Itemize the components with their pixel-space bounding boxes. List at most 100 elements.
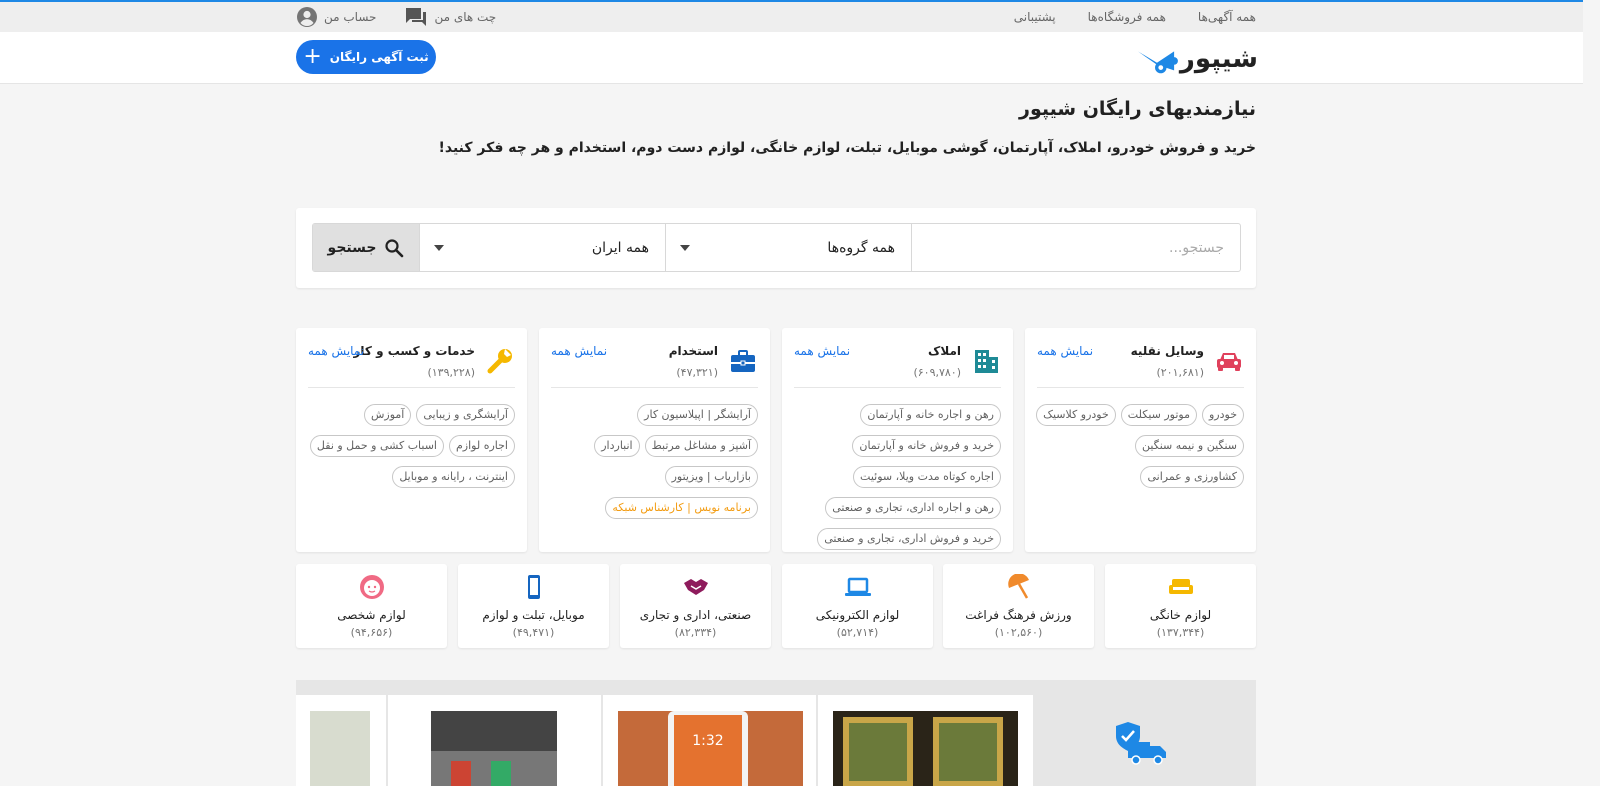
category-count: (۶۰۹,۷۸۰): [913, 366, 961, 379]
account-icon: [297, 7, 317, 27]
product-image-watches: [833, 711, 1018, 786]
category-title[interactable]: وسایل نقلیه: [1131, 344, 1204, 358]
search-box: جستجو... همه گروه‌ها همه ایران جستجو: [312, 223, 1241, 272]
category-title[interactable]: خدمات و کسب و کار: [354, 344, 476, 358]
tile-title: لوازم خانگی: [1149, 608, 1212, 622]
mobile-icon: [527, 575, 540, 599]
subcategory-list: خودرو موتور سیکلت خودرو کلاسیک سنگین و ن…: [1031, 404, 1244, 488]
category-tile-industrial[interactable]: صنعتی، اداری و تجاری (۸۲,۳۳۴): [620, 564, 771, 648]
product-image-partial: [310, 711, 370, 786]
wrench-icon: [487, 349, 512, 374]
header: شیپور ثبت آگهی رایگان +: [0, 32, 1583, 84]
subcategory-chip[interactable]: اجاره کوتاه مدت ویلا، سوئیت: [853, 466, 1001, 488]
subcategory-chip[interactable]: آشپز و مشاغل مرتبط: [644, 435, 758, 457]
subcategory-chip[interactable]: آرایشگری و زیبایی: [416, 404, 515, 426]
tile-title: صنعتی، اداری و تجاری: [639, 608, 752, 622]
chevron-down-icon: [434, 244, 444, 251]
post-free-ad-button[interactable]: ثبت آگهی رایگان +: [296, 40, 436, 74]
subcategory-chip[interactable]: خرید و فروش اداری، تجاری و صنعتی: [817, 528, 1001, 550]
tile-count: (۱۰۲,۵۶۰): [994, 626, 1043, 639]
category-tile-electronics[interactable]: لوازم الکترونیکی (۵۲,۷۱۴): [782, 564, 933, 648]
product-image-electronics: [431, 711, 557, 786]
building-icon: [975, 350, 998, 373]
link-support[interactable]: پشتیبانی: [1014, 10, 1056, 24]
phone-clock: 1:32: [692, 733, 724, 749]
category-card-jobs: استخدام (۴۷,۳۲۱) نمایش همه آرایشگر | اپی…: [539, 328, 770, 552]
show-all-link[interactable]: نمایش همه: [794, 344, 850, 358]
product-card[interactable]: [388, 695, 601, 786]
subcategory-chip[interactable]: انباردار: [594, 435, 640, 457]
subcategory-chip[interactable]: سنگین و نیمه سنگین: [1134, 435, 1244, 457]
product-card[interactable]: [296, 695, 386, 786]
category-tile-sports[interactable]: ورزش فرهنگ فراغت (۱۰۲,۵۶۰): [943, 564, 1094, 648]
subcategory-chip[interactable]: موتور سیکلت: [1120, 404, 1197, 426]
subcategory-chip[interactable]: آموزش: [363, 404, 412, 426]
show-all-link[interactable]: نمایش همه: [1037, 344, 1093, 358]
subcategory-chip[interactable]: خودرو کلاسیک: [1036, 404, 1116, 426]
promo-carousel: 1:32: [296, 680, 1256, 786]
tile-title: لوازم الکترونیکی: [815, 608, 900, 622]
tile-count: (۱۳۷,۳۴۴): [1156, 626, 1205, 639]
tile-count: (۵۲,۷۱۴): [836, 626, 879, 639]
chat-icon: [406, 8, 427, 26]
handshake-icon: [683, 579, 708, 595]
tile-count: (۴۹,۴۷۱): [512, 626, 555, 639]
briefcase-icon: [731, 350, 755, 372]
subcategory-list: آرایشگری و زیبایی آموزش اجاره لوازم اسبا…: [302, 404, 515, 488]
category-select-value: همه گروه‌ها: [827, 239, 895, 256]
link-all-stores[interactable]: همه فروشگاه‌ها: [1088, 10, 1166, 24]
tile-title: ورزش فرهنگ فراغت: [965, 608, 1072, 622]
search-icon: [385, 238, 404, 257]
plus-icon: +: [303, 44, 322, 69]
product-image-phone: 1:32: [618, 711, 803, 786]
page-title: نیازمندیهای رایگان شیپور: [1019, 98, 1256, 120]
delivery-truck-icon: [1116, 722, 1166, 765]
show-all-link[interactable]: نمایش همه: [551, 344, 607, 358]
search-button[interactable]: جستجو: [313, 224, 419, 271]
search-input[interactable]: جستجو...: [911, 224, 1240, 271]
product-card[interactable]: [818, 695, 1033, 786]
category-tile-personal[interactable]: لوازم شخصی (۹۴,۶۵۶): [296, 564, 447, 648]
subcategory-chip[interactable]: اجاره لوازم: [449, 435, 515, 457]
category-card-real-estate: املاک (۶۰۹,۷۸۰) نمایش همه رهن و اجاره خا…: [782, 328, 1013, 552]
subcategory-chip[interactable]: کشاورزی و عمرانی: [1140, 466, 1244, 488]
category-card-vehicles: وسایل نقلیه (۲۰۱,۶۸۱) نمایش همه خودرو مو…: [1025, 328, 1256, 552]
show-all-link[interactable]: نمایش همه: [308, 344, 364, 358]
category-select[interactable]: همه گروه‌ها: [665, 224, 911, 271]
category-count: (۱۳۹,۲۲۸): [427, 366, 475, 379]
category-title[interactable]: املاک: [928, 344, 961, 358]
product-card[interactable]: 1:32: [603, 695, 816, 786]
subcategory-list: رهن و اجاره خانه و آپارتمان خرید و فروش …: [788, 404, 1001, 550]
tile-title: موبایل، تبلت و لوازم: [482, 608, 585, 622]
category-tile-home-appliances[interactable]: لوازم خانگی (۱۳۷,۳۴۴): [1105, 564, 1256, 648]
search-panel: جستجو... همه گروه‌ها همه ایران جستجو: [296, 208, 1256, 288]
subcategory-chip[interactable]: بازاریاب | ویزیتور: [664, 466, 758, 488]
subcategory-chip[interactable]: رهن و اجاره اداری، تجاری و صنعتی: [825, 497, 1001, 519]
my-account-link[interactable]: حساب من: [296, 6, 376, 28]
subcategory-chip[interactable]: برنامه نویس | کارشناس شبکه: [605, 497, 758, 519]
car-icon: [1217, 353, 1241, 371]
logo[interactable]: شیپور: [1136, 39, 1258, 79]
category-title[interactable]: استخدام: [669, 344, 718, 358]
link-all-ads[interactable]: همه آگهی‌ها: [1198, 10, 1256, 24]
chevron-down-icon: [680, 244, 690, 251]
post-button-label: ثبت آگهی رایگان: [329, 50, 429, 64]
account-label: حساب من: [324, 10, 377, 24]
subcategory-chip[interactable]: اسباب کشی و حمل و نقل: [309, 435, 444, 457]
baby-face-icon: [359, 575, 384, 599]
my-chats-link[interactable]: چت های من: [404, 6, 496, 28]
umbrella-icon: [1007, 574, 1029, 599]
horn-logo-icon: [1137, 51, 1178, 74]
subcategory-chip[interactable]: رهن و اجاره خانه و آپارتمان: [860, 404, 1001, 426]
logo-text: شیپور: [1179, 44, 1258, 74]
tile-title: لوازم شخصی: [337, 608, 406, 622]
page-subtitle: خرید و فروش خودرو، املاک، آپارتمان، گوشی…: [438, 140, 1256, 156]
account-links: چت های من حساب من: [296, 2, 496, 32]
location-select[interactable]: همه ایران: [419, 224, 665, 271]
top-bar: همه آگهی‌ها همه فروشگاه‌ها پشتیبانی چت ه…: [0, 2, 1583, 32]
subcategory-chip[interactable]: خودرو: [1201, 404, 1244, 426]
subcategory-chip[interactable]: خرید و فروش خانه و آپارتمان: [852, 435, 1001, 457]
subcategory-chip[interactable]: اینترنت ، رایانه و موبایل: [392, 466, 515, 488]
subcategory-chip[interactable]: آرایشگر | اپیلاسیون کار: [637, 404, 758, 426]
category-tile-mobile[interactable]: موبایل، تبلت و لوازم (۴۹,۴۷۱): [458, 564, 609, 648]
